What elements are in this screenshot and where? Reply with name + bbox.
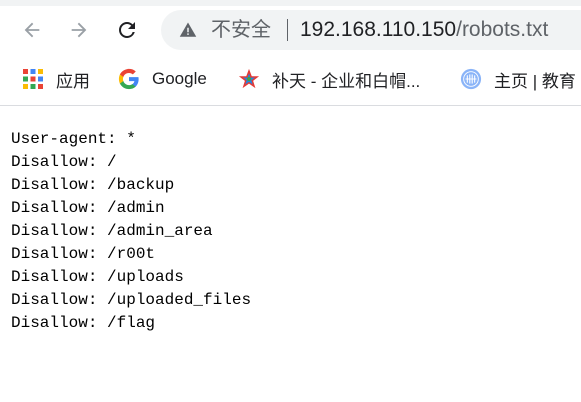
text-line: Disallow: /flag bbox=[11, 314, 156, 332]
toolbar-divider bbox=[0, 105, 581, 106]
text-line: Disallow: /admin_area bbox=[11, 222, 213, 240]
bookmark-label: 主页 | 教育 bbox=[494, 71, 576, 91]
google-icon bbox=[118, 68, 139, 90]
reload-icon bbox=[119, 22, 135, 38]
address-separator bbox=[287, 19, 288, 41]
url-text[interactable]: 192.168.110.150/robots.txt bbox=[300, 18, 548, 42]
bookmark-label: Google bbox=[152, 69, 207, 88]
text-line: Disallow: /backup bbox=[11, 176, 175, 194]
bookmark-butian[interactable]: 补天 - 企业和白帽... bbox=[238, 67, 420, 91]
text-line: Disallow: /uploads bbox=[11, 268, 184, 286]
bookmark-home[interactable]: 主页 | 教育 bbox=[460, 67, 576, 91]
apps-grid-icon bbox=[23, 69, 43, 89]
browser-toolbar: 不安全 192.168.110.150/robots.txt bbox=[0, 0, 581, 60]
text-line: Disallow: /r00t bbox=[11, 245, 156, 263]
text-line: Disallow: /admin bbox=[11, 199, 165, 217]
bookmark-google[interactable]: Google bbox=[118, 67, 207, 91]
forward-button[interactable] bbox=[63, 14, 95, 46]
bookmark-label: 应用 bbox=[56, 71, 90, 91]
globe-icon bbox=[460, 68, 482, 90]
text-line: User-agent: * bbox=[11, 130, 136, 148]
reload-button[interactable] bbox=[111, 14, 143, 46]
text-line: Disallow: /uploaded_files bbox=[11, 291, 252, 309]
url-host: 192.168.110.150 bbox=[300, 18, 457, 41]
url-path: /robots.txt bbox=[456, 18, 549, 41]
arrow-right-icon bbox=[71, 22, 87, 38]
robots-txt-content: User-agent: * Disallow: / Disallow: /backu… bbox=[11, 128, 251, 335]
back-button[interactable] bbox=[16, 14, 48, 46]
bookmark-apps[interactable]: 应用 bbox=[22, 67, 90, 91]
bookmark-label: 补天 - 企业和白帽... bbox=[272, 71, 421, 91]
butian-star-icon bbox=[238, 68, 260, 89]
text-line: Disallow: / bbox=[11, 153, 117, 171]
arrow-left-icon bbox=[24, 22, 40, 38]
security-label[interactable]: 不安全 bbox=[211, 19, 271, 41]
address-bar[interactable]: 不安全 192.168.110.150/robots.txt bbox=[161, 10, 581, 50]
tab-strip-edge bbox=[0, 0, 581, 6]
bookmarks-bar: 应用 Google 补天 - 企业和白帽... 主页 | 教育 bbox=[0, 60, 581, 98]
warning-icon[interactable] bbox=[179, 21, 197, 39]
